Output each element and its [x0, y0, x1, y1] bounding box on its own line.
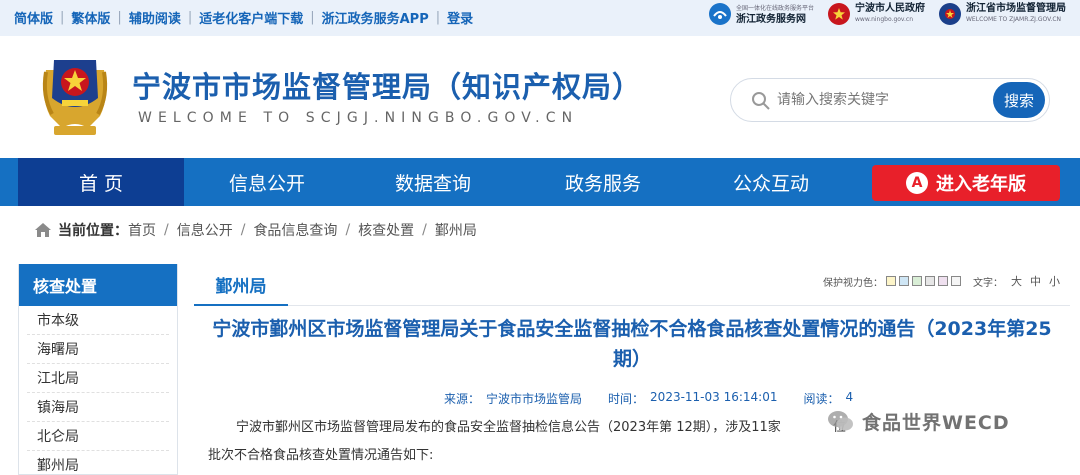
ningbo-gov-emblem-icon [828, 3, 850, 25]
top-links: 简体版 | 繁体版 | 辅助阅读 | 适老化客户端下载 | 浙江政务服务APP … [14, 8, 473, 27]
zjamr-emblem-icon [939, 3, 961, 25]
partner-ningbo-gov[interactable]: 宁波市人民政府 www.ningbo.gov.cn [828, 3, 925, 25]
breadcrumb-separator: / [422, 222, 427, 238]
article-title-line1: 宁波市鄞州区市场监督管理局关于食品安全监督抽检不合格食品核查处置情况的通告（20… [212, 318, 1052, 340]
paragraph-text: 宁波市鄞州区市场监督管理局发布的食品安全监督抽检信息公告（2023年第 12期）… [236, 420, 781, 435]
time-value: 2023-11-03 16:14:01 [650, 390, 778, 404]
partner-zjzwfw[interactable]: 全国一体化在线政务服务平台 浙江政务服务网 [708, 3, 814, 25]
partner-url: www.ningbo.gov.cn [855, 16, 914, 23]
watermark: 食品世界WECD [826, 406, 1010, 436]
sidebar-item-jiangbei[interactable]: 江北局 [27, 364, 169, 393]
sidebar-item-beilun[interactable]: 北仑局 [27, 422, 169, 451]
search-box: 搜索 [730, 78, 1050, 122]
reading-tools: 保护视力色： 文字： 大 中 小 [823, 273, 1060, 289]
separator: | [60, 10, 65, 25]
site-title: 宁波市市场监督管理局（知识产权局） [132, 70, 643, 104]
sidebar-item-zhenhai[interactable]: 镇海局 [27, 393, 169, 422]
wechat-logo-icon [828, 411, 853, 431]
font-size-small[interactable]: 小 [1049, 273, 1060, 289]
sidebar-title: 核查处置 [19, 264, 177, 306]
article-title: 宁波市鄞州区市场监督管理局关于食品安全监督抽检不合格食品核查处置情况的通告（20… [194, 314, 1070, 374]
font-size-large[interactable]: 大 [1011, 273, 1022, 289]
partner-url: WELCOME TO ZJAMR.ZJ.GOV.CN [966, 16, 1062, 23]
sidebar-item-haishu[interactable]: 海曙局 [27, 335, 169, 364]
elder-a-icon: A [906, 172, 928, 194]
breadcrumb-food-info-query[interactable]: 食品信息查询 [253, 220, 337, 240]
link-login[interactable]: 登录 [447, 8, 473, 27]
breadcrumb-separator: / [164, 222, 169, 238]
sidebar-item-city[interactable]: 市本级 [27, 306, 169, 335]
reads-label: 阅读： [803, 392, 840, 406]
article-title-line2: 期） [612, 348, 651, 370]
top-bar: 简体版 | 繁体版 | 辅助阅读 | 适老化客户端下载 | 浙江政务服务APP … [0, 0, 1080, 36]
vision-swatch-blue[interactable] [899, 276, 909, 286]
watermark-text: 食品世界WECD [862, 411, 1010, 434]
breadcrumb-separator: / [345, 222, 351, 238]
reads-value: 4 [845, 390, 854, 404]
zjzwfw-logo-icon [708, 3, 731, 25]
source-label: 来源： [444, 392, 481, 406]
site-header: 宁波市市场监督管理局（知识产权局） WELCOME TO SCJGJ.NINGB… [0, 36, 1080, 158]
vision-swatch-gray[interactable] [925, 276, 935, 286]
link-simplified[interactable]: 简体版 [14, 8, 53, 27]
vision-swatch-yellow[interactable] [886, 276, 896, 286]
article-meta: 来源： 宁波市市场监管局 时间： 2023-11-03 16:14:01 阅读：… [444, 390, 853, 407]
breadcrumb: 当前位置： 首页 / 信息公开 / 食品信息查询 / 核查处置 / 鄞州局 [34, 220, 477, 240]
breadcrumb-info-disclosure[interactable]: 信息公开 [177, 220, 233, 240]
breadcrumb-home[interactable]: 首页 [128, 220, 156, 240]
separator: | [435, 10, 441, 25]
link-traditional[interactable]: 繁体版 [71, 8, 110, 27]
breadcrumb-separator: / [240, 222, 246, 238]
partner-zjamr[interactable]: 浙江省市场监督管理局 WELCOME TO ZJAMR.ZJ.GOV.CN [939, 3, 1066, 25]
search-input[interactable] [777, 87, 977, 113]
partner-name: 宁波市人民政府 [855, 3, 925, 14]
market-supervision-emblem-icon [36, 50, 114, 142]
article-area: 鄞州局 保护视力色： 文字： 大 中 小 宁波市鄞州区市场监督管理局关于食品安全… [194, 264, 1070, 475]
vision-swatch-white[interactable] [951, 276, 961, 286]
elder-version-button[interactable]: A 进入老年版 [872, 165, 1060, 201]
article-paragraph-2: 批次不合格食品核查处置情况通告如下: [208, 448, 434, 463]
sidebar: 核查处置 市本级 海曙局 江北局 镇海局 北仑局 鄞州局 [18, 264, 178, 475]
separator: | [187, 10, 193, 25]
separator: | [117, 10, 122, 25]
vision-color-label: 保护视力色： [823, 277, 883, 289]
separator: | [310, 10, 315, 25]
nav-public-interaction[interactable]: 公众互动 [690, 158, 852, 206]
tab-yinzhou[interactable]: 鄞州局 [194, 264, 288, 306]
article-tabbar: 鄞州局 保护视力色： 文字： 大 中 小 [194, 264, 1070, 306]
main-nav: 首 页 信息公开 数据查询 政务服务 公众互动 A 进入老年版 [0, 158, 1080, 206]
time-label: 时间： [608, 392, 645, 406]
partner-small-text: 全国一体化在线政务服务平台 [735, 5, 814, 12]
vision-swatch-purple[interactable] [938, 276, 948, 286]
breadcrumb-yinzhou[interactable]: 鄞州局 [435, 220, 477, 240]
link-assisted-reading[interactable]: 辅助阅读 [129, 8, 181, 27]
location-home-icon [35, 223, 51, 237]
article-paragraph-1: 宁波市鄞州区市场监督管理局发布的食品安全监督抽检信息公告（2023年第 12期）… [236, 416, 846, 435]
elder-version-label: 进入老年版 [936, 174, 1026, 195]
site-welcome-text: WELCOME TO SCJGJ.NINGBO.GOV.CN [138, 110, 579, 126]
link-zhejiang-app[interactable]: 浙江政务服务APP [322, 8, 429, 27]
partner-links: 全国一体化在线政务服务平台 浙江政务服务网 宁波市人民政府 www.ningbo… [708, 3, 1066, 25]
font-size-medium[interactable]: 中 [1030, 273, 1041, 289]
nav-home[interactable]: 首 页 [18, 158, 184, 206]
font-size-label: 文字： [973, 277, 1003, 289]
vision-swatch-green[interactable] [912, 276, 922, 286]
link-elder-client-download[interactable]: 适老化客户端下载 [199, 8, 303, 27]
sidebar-item-yinzhou[interactable]: 鄞州局 [27, 451, 169, 475]
source-value: 宁波市市场监管局 [486, 392, 583, 406]
nav-data-query[interactable]: 数据查询 [350, 158, 516, 206]
partner-name: 浙江省市场监督管理局 [966, 3, 1066, 14]
nav-info-disclosure[interactable]: 信息公开 [184, 158, 350, 206]
search-icon [752, 92, 770, 110]
partner-name: 浙江政务服务网 [735, 14, 806, 25]
breadcrumb-label: 当前位置： [58, 223, 128, 239]
nav-gov-services[interactable]: 政务服务 [516, 158, 690, 206]
breadcrumb-verification[interactable]: 核查处置 [358, 220, 414, 240]
search-button[interactable]: 搜索 [993, 82, 1045, 118]
